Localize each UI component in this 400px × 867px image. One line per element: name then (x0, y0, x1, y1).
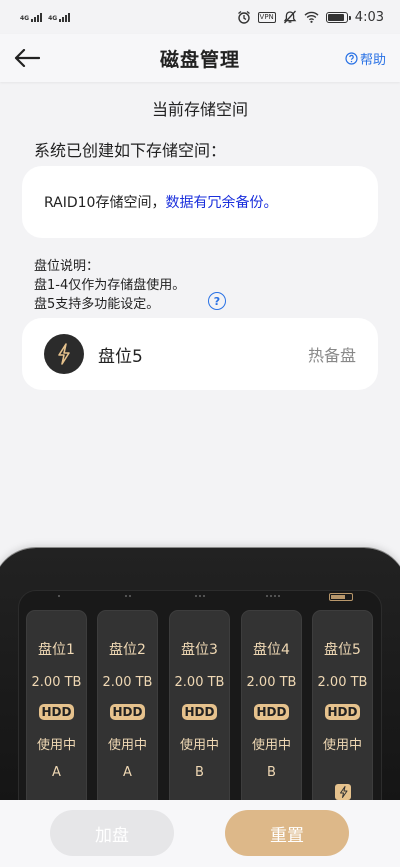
bay-status: 使用中 (251, 738, 291, 753)
section-subtitle: 当前存储空间 (151, 100, 248, 119)
slot5-mode: 热备盘 (307, 346, 356, 365)
help-button[interactable]: 帮助 (345, 49, 386, 68)
bay-name: 盘位5 (324, 642, 361, 658)
bay-capacity: 2.00 TB (31, 675, 82, 690)
bay-indicator-led (125, 595, 131, 598)
bay-name: 盘位1 (38, 642, 75, 658)
bay-status: 使用中 (179, 738, 219, 753)
help-label: 帮助 (359, 53, 386, 68)
signal-bar-icon (68, 12, 71, 22)
hdd-badge: HDD (38, 704, 75, 720)
notes-title: 盘位说明： (34, 259, 100, 274)
bay-group: A (52, 765, 61, 780)
lightning-icon (339, 786, 347, 798)
bay-name: 盘位3 (181, 642, 218, 658)
bay-group: A (123, 765, 132, 780)
signal-2: 4G (48, 12, 71, 22)
bay-status: 使用中 (36, 738, 76, 753)
status-bar: 4G 4G VPN 4:03 (0, 0, 400, 34)
bay-capacity: 2.00 TB (246, 675, 297, 690)
mute-icon (283, 10, 297, 24)
page-title: 磁盘管理 (159, 48, 240, 71)
bay-indicator-led (266, 595, 280, 598)
help-circle-icon (345, 52, 358, 65)
bay-capacity: 2.00 TB (174, 675, 225, 690)
raid-info-card: RAID10存储空间， 数据有冗余备份。 (22, 166, 378, 238)
slot5-name: 盘位5 (98, 346, 143, 367)
hdd-badge: HDD (253, 704, 290, 720)
notes-help-icon[interactable]: ? (208, 292, 226, 310)
battery-icon (325, 11, 351, 23)
disk-bay-3[interactable]: 盘位3 2.00 TB HDD 使用中 B (169, 610, 230, 810)
disk-bay-4[interactable]: 盘位4 2.00 TB HDD 使用中 B (241, 610, 302, 810)
hdd-badge: HDD (109, 704, 146, 720)
network-type-2: 4G (48, 14, 58, 22)
signal-bar-icon (37, 14, 40, 22)
storage-intro: 系统已创建如下存储空间： (34, 141, 227, 160)
signal-1: 4G (20, 12, 43, 22)
arrow-left-icon (14, 49, 40, 67)
reset-button[interactable]: 重置 (225, 810, 349, 856)
bay-name: 盘位4 (253, 642, 290, 658)
bay-status: 使用中 (322, 738, 362, 753)
vpn-badge: VPN (257, 11, 276, 23)
disk-bay-2[interactable]: 盘位2 2.00 TB HDD 使用中 A (97, 610, 158, 810)
disk-bay-5[interactable]: 盘位5 2.00 TB HDD 使用中 (312, 610, 373, 810)
lightning-icon (58, 343, 70, 365)
wifi-icon (304, 11, 319, 23)
notes-line-2: 盘5支持多功能设定。 (34, 297, 160, 312)
battery-fill (327, 13, 344, 21)
nas-battery-icon (329, 593, 353, 601)
bay-capacity: 2.00 TB (102, 675, 153, 690)
signal-bar-icon (62, 16, 65, 22)
signal-indicators: 4G 4G (20, 12, 71, 22)
disk-bay-1[interactable]: 盘位1 2.00 TB HDD 使用中 A (26, 610, 87, 810)
signal-bar-icon (31, 18, 34, 22)
slot5-icon (44, 334, 84, 374)
status-right: VPN 4:03 (237, 10, 384, 25)
add-disk-button[interactable]: 加盘 (50, 810, 174, 856)
raid-redundancy-note: 数据有冗余备份。 (165, 195, 278, 211)
hdd-badge: HDD (181, 704, 218, 720)
network-type-1: 4G (20, 14, 30, 22)
hdd-badge: HDD (324, 704, 361, 720)
app-header: 磁盘管理 帮助 (0, 34, 400, 82)
signal-bar-icon (34, 16, 37, 22)
back-button[interactable] (12, 44, 42, 72)
notes-line-1: 盘1-4仅作为存储盘使用。 (34, 278, 186, 293)
bay-group: B (195, 765, 204, 780)
slot5-setting-row[interactable]: 盘位5 热备盘 (22, 318, 378, 390)
bay-indicator-led (58, 595, 60, 598)
bay-status: 使用中 (107, 738, 147, 753)
slot-notes: 盘位说明： 盘1-4仅作为存储盘使用。 盘5支持多功能设定。 (34, 257, 185, 314)
signal-bar-icon (59, 18, 62, 22)
raid-label: RAID10存储空间， (44, 195, 166, 211)
signal-bar-icon (40, 12, 43, 22)
signal-bar-icon (65, 14, 68, 22)
bay-indicator-led (195, 595, 205, 598)
clock: 4:03 (354, 9, 384, 25)
bay-group: B (267, 765, 276, 780)
hot-spare-icon (335, 784, 351, 800)
bay-name: 盘位2 (109, 642, 146, 658)
bay-capacity: 2.00 TB (317, 675, 368, 690)
alarm-icon (237, 10, 250, 24)
